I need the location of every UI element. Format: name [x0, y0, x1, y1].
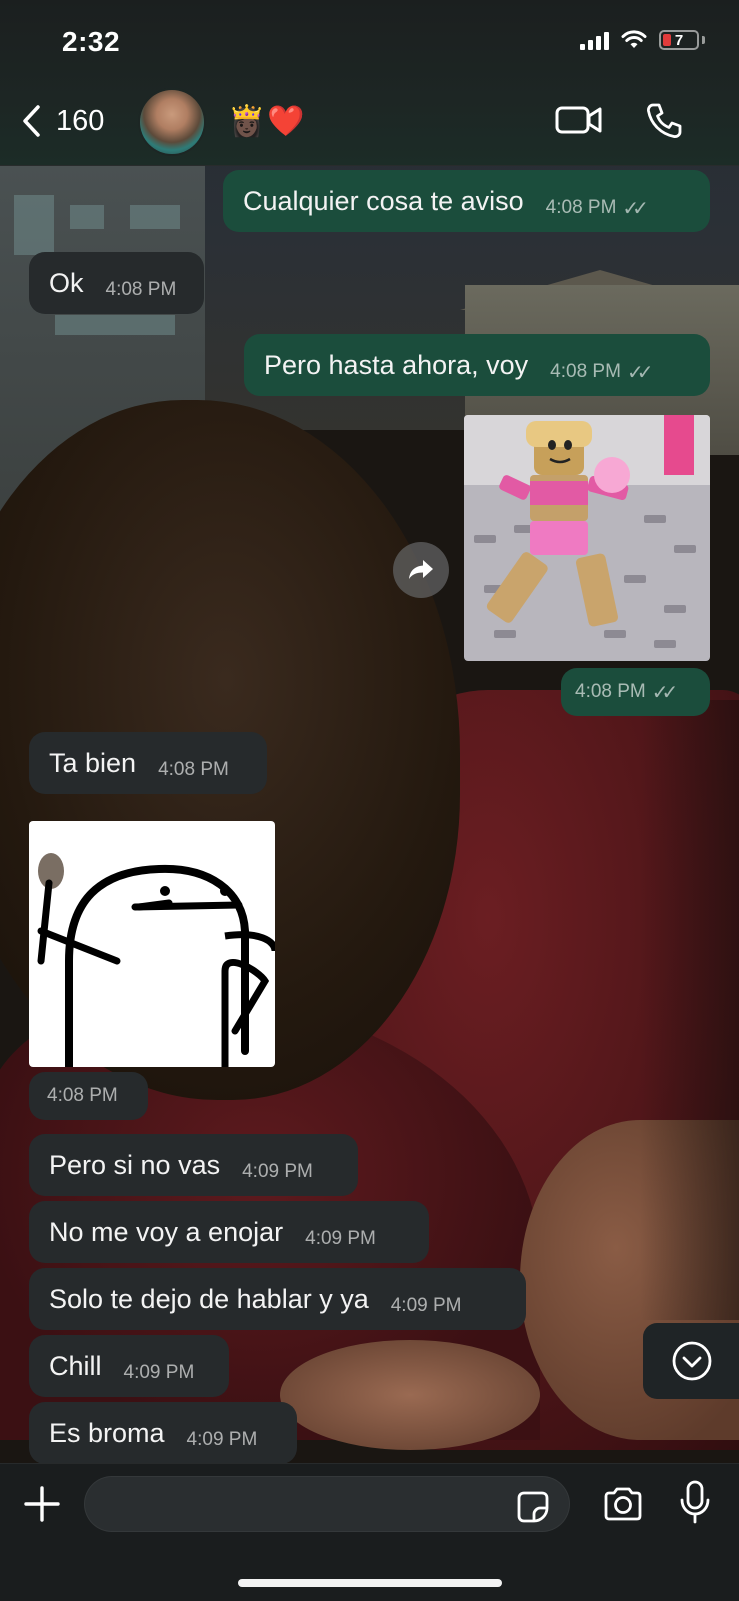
- message-meta: 4:08 PM ✓✓: [545, 196, 649, 221]
- cellular-signal-icon: [580, 30, 609, 50]
- message-bubble[interactable]: Pero hasta ahora, voy 4:08 PM ✓✓: [244, 334, 710, 396]
- message-time: 4:08 PM: [158, 759, 229, 780]
- sticker-button[interactable]: [516, 1490, 550, 1529]
- plus-icon: [24, 1486, 60, 1522]
- chevron-down-circle-icon: [672, 1341, 712, 1381]
- battery-icon: 7: [659, 30, 699, 50]
- forward-arrow-icon: [409, 560, 433, 579]
- message-time: 4:08 PM: [575, 681, 646, 702]
- battery-percentage: 7: [674, 32, 684, 49]
- message-bubble[interactable]: No me voy a enojar 4:09 PM: [29, 1201, 429, 1263]
- flork-meme-image: [29, 821, 275, 1067]
- voice-call-button[interactable]: [645, 102, 683, 145]
- video-camera-icon: [555, 106, 602, 134]
- message-meta: 4:08 PM: [106, 279, 177, 301]
- message-bubble[interactable]: 4:08 PM: [29, 1072, 148, 1120]
- chevron-left-icon: [23, 105, 40, 137]
- message-text: Pero si no vas: [49, 1149, 221, 1180]
- message-bubble[interactable]: Chill 4:09 PM: [29, 1335, 229, 1397]
- message-bubble[interactable]: Es broma 4:09 PM: [29, 1402, 297, 1463]
- message-input[interactable]: [84, 1476, 570, 1532]
- message-meta: 4:08 PM ✓✓: [575, 680, 678, 705]
- message-text: Chill: [49, 1350, 102, 1381]
- message-text: Ok: [49, 267, 84, 298]
- message-time: 4:09 PM: [186, 1429, 258, 1450]
- wifi-icon: [621, 30, 647, 48]
- message-time: 4:09 PM: [123, 1362, 195, 1383]
- battery-cap: [702, 36, 705, 44]
- message-meta: 4:08 PM: [158, 759, 229, 781]
- message-time: 4:09 PM: [242, 1161, 313, 1182]
- message-time: 4:08 PM: [105, 279, 177, 300]
- message-text: Solo te dejo de hablar y ya: [49, 1283, 369, 1314]
- status-time: 2:32: [62, 26, 121, 57]
- sticker-icon: [517, 1491, 549, 1523]
- message-text: Es broma: [49, 1417, 165, 1448]
- read-receipt-icon: ✓✓: [622, 197, 648, 220]
- message-bubble[interactable]: Ta bien 4:08 PM: [29, 732, 267, 794]
- message-text: Pero hasta ahora, voy: [264, 349, 529, 380]
- video-call-button[interactable]: [555, 104, 603, 141]
- phone-icon: [647, 103, 682, 138]
- message-meta: 4:08 PM: [47, 1085, 118, 1107]
- message-meta: 4:09 PM: [187, 1429, 258, 1451]
- status-icons: 7: [580, 30, 705, 50]
- microphone-icon: [680, 1480, 710, 1524]
- message-bubble[interactable]: Ok 4:08 PM: [29, 252, 204, 314]
- chat-header: 2:32 7 160 👸🏿❤️: [0, 0, 739, 166]
- message-time: 4:08 PM: [47, 1085, 118, 1106]
- message-meta: 4:09 PM: [305, 1228, 376, 1250]
- message-meta: 4:09 PM: [242, 1161, 313, 1183]
- message-bubble[interactable]: 4:08 PM ✓✓: [561, 668, 710, 716]
- roblox-character-image: [464, 415, 710, 661]
- message-list[interactable]: Cualquier cosa te aviso 4:08 PM ✓✓ Ok 4:…: [0, 165, 739, 1463]
- message-time: 4:08 PM: [545, 197, 617, 218]
- image-sticker-flork[interactable]: [29, 821, 275, 1067]
- read-receipt-icon: ✓✓: [626, 361, 653, 384]
- message-text: Ta bien: [49, 747, 137, 778]
- camera-icon: [604, 1487, 642, 1521]
- home-indicator: [238, 1579, 502, 1587]
- camera-button[interactable]: [602, 1486, 644, 1527]
- message-composer: [0, 1463, 739, 1601]
- forward-button[interactable]: [393, 542, 449, 598]
- read-receipt-icon: ✓✓: [651, 681, 678, 704]
- message-meta: 4:09 PM: [391, 1295, 462, 1317]
- message-time: 4:09 PM: [390, 1295, 462, 1316]
- scroll-to-bottom-button[interactable]: [643, 1323, 739, 1399]
- contact-avatar[interactable]: [140, 90, 204, 154]
- image-sticker-roblox[interactable]: [464, 415, 710, 661]
- voice-message-button[interactable]: [678, 1480, 712, 1531]
- message-text: No me voy a enojar: [49, 1216, 284, 1247]
- message-meta: 4:08 PM ✓✓: [550, 360, 653, 385]
- message-bubble[interactable]: Solo te dejo de hablar y ya 4:09 PM: [29, 1268, 526, 1330]
- message-text: Cualquier cosa te aviso: [243, 185, 524, 216]
- message-bubble[interactable]: Cualquier cosa te aviso 4:08 PM ✓✓: [223, 170, 710, 232]
- message-time: 4:08 PM: [550, 361, 621, 382]
- contact-name[interactable]: 👸🏿❤️: [228, 104, 307, 139]
- back-button[interactable]: 160: [20, 104, 104, 138]
- message-meta: 4:09 PM: [124, 1362, 195, 1384]
- attach-button[interactable]: [22, 1484, 62, 1529]
- message-time: 4:09 PM: [305, 1228, 376, 1249]
- unread-count: 160: [56, 104, 105, 137]
- message-bubble[interactable]: Pero si no vas 4:09 PM: [29, 1134, 358, 1196]
